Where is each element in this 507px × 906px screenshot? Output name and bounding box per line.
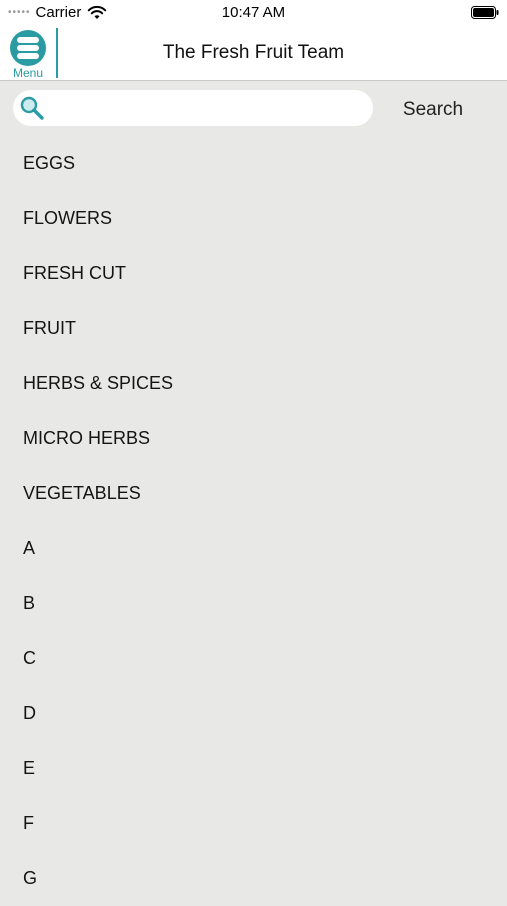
- search-input[interactable]: [53, 94, 363, 122]
- list-item[interactable]: A: [0, 521, 507, 576]
- list-item[interactable]: G: [0, 851, 507, 906]
- list-item[interactable]: C: [0, 631, 507, 686]
- list-item[interactable]: E: [0, 741, 507, 796]
- list-item[interactable]: B: [0, 576, 507, 631]
- search-icon: [20, 96, 44, 120]
- list-item[interactable]: FRUIT: [0, 301, 507, 356]
- search-button[interactable]: Search: [388, 98, 478, 122]
- page-title: The Fresh Fruit Team: [162, 42, 345, 63]
- list-item[interactable]: EGGS: [0, 136, 507, 191]
- category-list: EGGS FLOWERS FRESH CUT FRUIT HERBS & SPICES M…: [0, 136, 507, 906]
- search-bar: Search: [0, 82, 507, 136]
- status-time: 10:47 AM: [221, 4, 286, 21]
- status-bar: ••••• Carrier 10:47 AM: [0, 0, 507, 26]
- list-item[interactable]: MICRO HERBS: [0, 411, 507, 466]
- list-item[interactable]: VEGETABLES: [0, 466, 507, 521]
- battery-icon: [471, 6, 499, 19]
- list-item[interactable]: FRESH CUT: [0, 246, 507, 301]
- list-item[interactable]: FLOWERS: [0, 191, 507, 246]
- navigation-bar: Menu The Fresh Fruit Team: [0, 26, 507, 81]
- search-field[interactable]: [13, 90, 373, 126]
- list-item[interactable]: F: [0, 796, 507, 851]
- list-item[interactable]: D: [0, 686, 507, 741]
- list-item[interactable]: HERBS & SPICES: [0, 356, 507, 411]
- menu-label: Menu: [12, 66, 44, 80]
